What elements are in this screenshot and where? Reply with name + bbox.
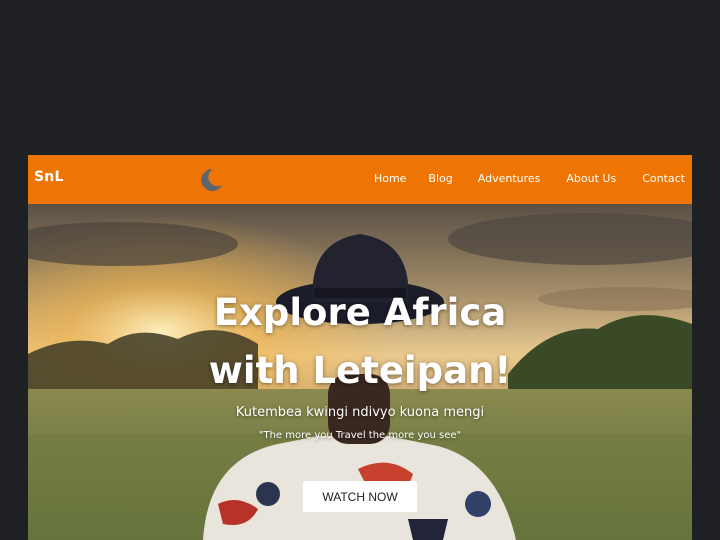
hero-title-line-2: with Leteipan! — [208, 349, 512, 392]
navbar: SnL Home Blog Adventures About Us Contac… — [28, 155, 692, 204]
moon-icon[interactable] — [196, 166, 224, 194]
hero-quote: "The more you Travel the more you see" — [258, 430, 462, 441]
nav-link-contact[interactable]: Contact — [642, 172, 685, 185]
watch-now-button[interactable]: WATCH NOW — [303, 481, 417, 512]
hero-subtitle: Kutembea kwingi ndivyo kuona mengi — [235, 405, 485, 420]
hero-section: Explore Africa with Leteipan! Kutembea k… — [28, 204, 692, 540]
nav-link-about-us[interactable]: About Us — [566, 172, 616, 185]
nav-link-blog[interactable]: Blog — [428, 172, 452, 185]
nav-link-adventures[interactable]: Adventures — [478, 172, 541, 185]
site-logo[interactable]: SnL — [34, 169, 64, 185]
nav-link-home[interactable]: Home — [374, 172, 406, 185]
hero-title-line-1: Explore Africa — [213, 291, 507, 334]
website-preview: SnL Home Blog Adventures About Us Contac… — [28, 155, 692, 540]
nav-links: Home Blog Adventures About Us Contact — [374, 172, 692, 185]
